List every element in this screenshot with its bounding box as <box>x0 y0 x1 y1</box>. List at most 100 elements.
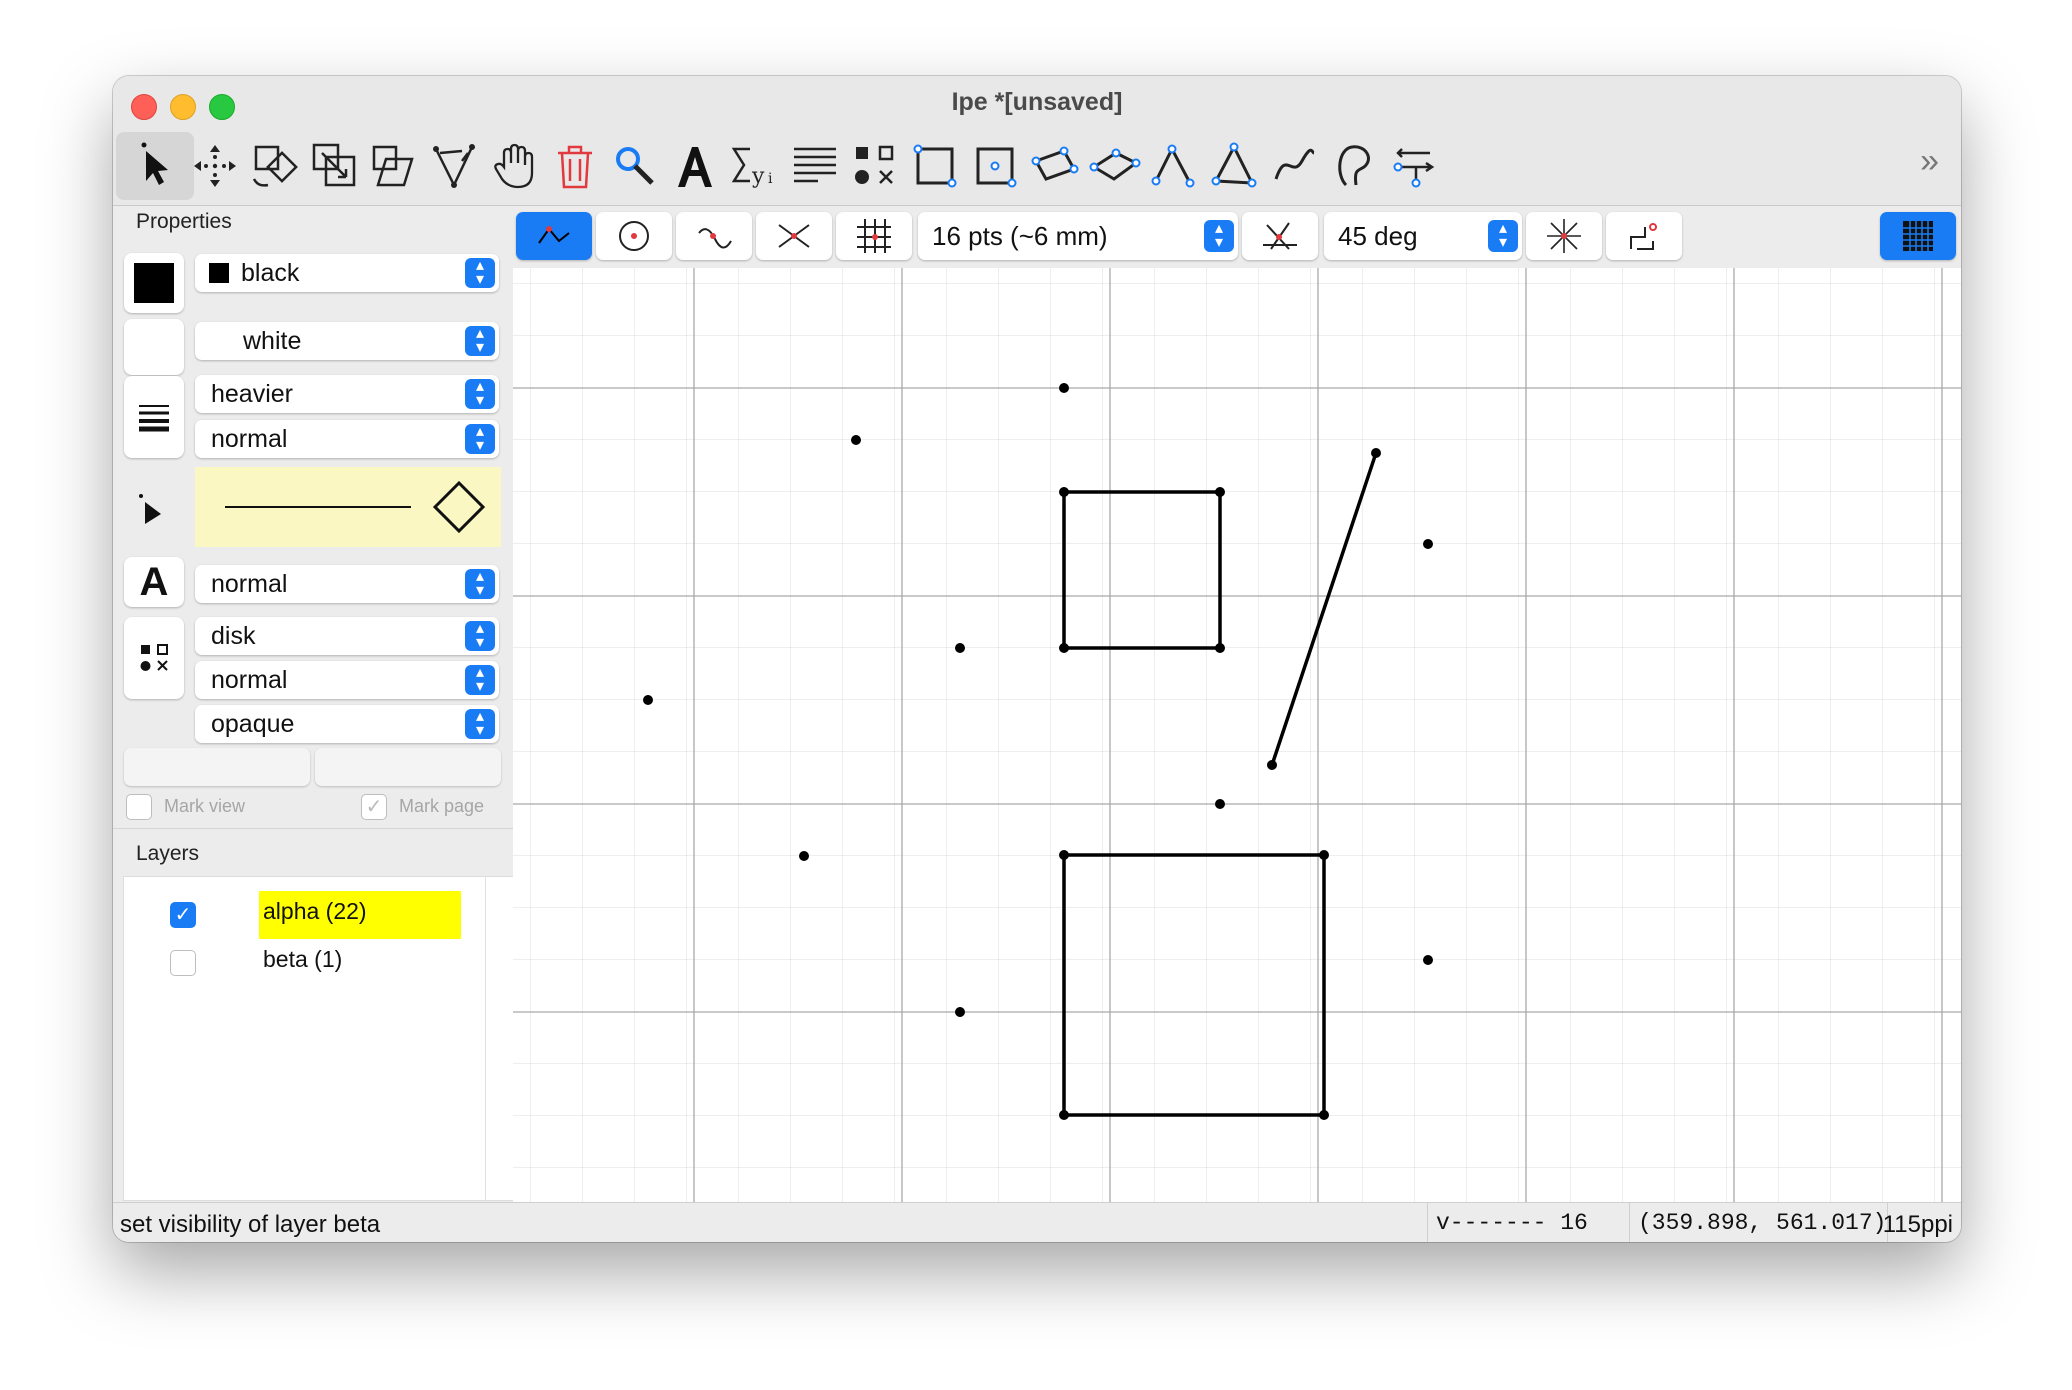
arrow-preview-icon <box>225 480 486 534</box>
snap-center-icon <box>619 221 649 251</box>
vertex-mark[interactable] <box>1319 850 1329 860</box>
text-size-icon: A <box>139 559 169 604</box>
mark-page-checkbox[interactable]: ✓ <box>361 794 387 820</box>
view-button[interactable] <box>124 748 310 786</box>
pen-properties-button[interactable] <box>124 376 184 458</box>
vertex-mark[interactable] <box>1215 487 1225 497</box>
snap-vertex-button[interactable] <box>516 212 592 260</box>
snap-angular-icon <box>1263 222 1297 250</box>
mark-shape-button[interactable] <box>124 617 184 699</box>
snap-grid-icon <box>857 219 891 253</box>
layers-scroll-track[interactable] <box>485 877 486 1200</box>
delete-tool-icon <box>558 145 592 189</box>
status-message: set visibility of layer beta <box>120 1211 381 1238</box>
dash-style-select[interactable]: normal ▴ ▾ <box>195 420 499 458</box>
angle-label: 45 deg <box>1338 221 1418 251</box>
snap-grid-button[interactable] <box>836 212 912 260</box>
layer-beta-label[interactable]: beta (1) <box>263 946 342 973</box>
snap-auto-angular-icon <box>1547 219 1581 253</box>
fork-tool-icon <box>1393 148 1435 188</box>
properties-title: Properties <box>136 210 232 233</box>
status-bar: set visibility of layer beta v------- 16… <box>113 1202 1961 1242</box>
parallelogram2-tool-icon <box>1089 148 1141 181</box>
zoom-tool-icon <box>616 147 654 185</box>
disk-mark[interactable] <box>1059 383 1069 393</box>
text-tool-icon <box>678 147 712 187</box>
shear-tool-icon <box>372 145 414 187</box>
select-arrows-icon: ▴ ▾ <box>1204 220 1234 252</box>
polygon-tool-icon <box>1211 142 1257 188</box>
snap-custom-button[interactable] <box>1606 212 1682 260</box>
mark-view-checkbox[interactable] <box>126 794 152 820</box>
select-arrows-icon: ▴ ▾ <box>1488 220 1518 252</box>
disk-mark[interactable] <box>799 851 809 861</box>
layer-beta-visibility-checkbox[interactable] <box>170 950 196 976</box>
select-arrows-icon: ▴ ▾ <box>465 665 495 695</box>
stroke-color-swatch <box>134 263 174 303</box>
select-arrows-icon: ▴ ▾ <box>465 379 495 409</box>
disk-mark[interactable] <box>1423 539 1433 549</box>
polyline-tool-icon <box>1151 144 1195 188</box>
title-bar: Ipe *[unsaved] y i » <box>113 76 1961 206</box>
disk-mark[interactable] <box>643 695 653 705</box>
select-arrows-icon: ▴ ▾ <box>465 569 495 599</box>
grid-visible-button[interactable] <box>1880 212 1956 260</box>
toolbar-overflow-button[interactable]: » <box>1920 142 1939 181</box>
arrowhead-preview[interactable] <box>195 467 501 547</box>
stroke-color-label: black <box>241 259 300 287</box>
snap-angular-button[interactable] <box>1242 212 1318 260</box>
resolution-readout: 115ppi <box>1882 1211 1953 1238</box>
disk-mark[interactable] <box>1215 799 1225 809</box>
angle-select[interactable]: 45 deg ▴ ▾ <box>1324 212 1522 260</box>
mark-shape-select[interactable]: disk ▴ ▾ <box>195 617 499 655</box>
snap-intersection-button[interactable] <box>756 212 832 260</box>
arrow-mode-icon[interactable] <box>137 492 167 533</box>
select-arrows-icon: ▴ ▾ <box>465 621 495 651</box>
page-button[interactable] <box>315 748 501 786</box>
math-tool-icon: y i <box>731 147 773 189</box>
disk-mark[interactable] <box>955 1007 965 1017</box>
vertex-mark[interactable] <box>1319 1110 1329 1120</box>
svg-text:y: y <box>751 164 765 189</box>
snap-status: v------- 16 45 <box>1427 1203 1628 1242</box>
vertex-mark[interactable] <box>1059 1110 1069 1120</box>
drawing-canvas[interactable] <box>513 268 1961 1202</box>
layer-alpha-visibility-checkbox[interactable]: ✓ <box>170 902 196 928</box>
disk-mark[interactable] <box>955 643 965 653</box>
stroke-color-button[interactable] <box>124 253 184 313</box>
vertex-mark[interactable] <box>1059 643 1069 653</box>
fill-color-button[interactable] <box>124 319 184 375</box>
stretch-tool-icon <box>312 143 356 187</box>
layer-alpha-label[interactable]: alpha (22) <box>263 898 367 925</box>
snap-boundary-icon <box>698 228 732 249</box>
disk-mark[interactable] <box>1423 955 1433 965</box>
stroke-color-select[interactable]: black ▴ ▾ <box>195 254 499 292</box>
vertex-mark[interactable] <box>1059 850 1069 860</box>
symbol-size-select[interactable]: normal ▴ ▾ <box>195 661 499 699</box>
mark-page-label: Mark page <box>399 796 485 816</box>
text-size-select[interactable]: normal ▴ ▾ <box>195 565 499 603</box>
vertex-mark[interactable] <box>1371 448 1381 458</box>
snap-auto-angular-button[interactable] <box>1526 212 1602 260</box>
mouse-coordinates: (359.898, 561.017) <box>1629 1203 1888 1242</box>
disk-mark[interactable] <box>851 435 861 445</box>
fill-color-select[interactable]: white ▴ ▾ <box>195 322 499 360</box>
grid-visible-icon <box>1903 221 1933 251</box>
pen-width-label: heavier <box>211 380 293 408</box>
fill-color-chip <box>209 331 229 351</box>
select-arrows-icon: ▴ ▾ <box>465 258 495 288</box>
opacity-select[interactable]: opaque ▴ ▾ <box>195 705 499 743</box>
box-tool-icon <box>976 147 1017 188</box>
snap-boundary-button[interactable] <box>676 212 752 260</box>
opacity-label: opaque <box>211 710 295 738</box>
select-arrows-icon: ▴ ▾ <box>465 424 495 454</box>
grid-size-select[interactable]: 16 pts (~6 mm) ▴ ▾ <box>918 212 1238 260</box>
pen-width-select[interactable]: heavier ▴ ▾ <box>195 375 499 413</box>
vertex-mark[interactable] <box>1059 487 1069 497</box>
fork-tool-button[interactable] <box>1376 132 1454 200</box>
svg-text:i: i <box>768 171 773 187</box>
vertex-mark[interactable] <box>1215 643 1225 653</box>
vertex-mark[interactable] <box>1267 760 1277 770</box>
text-size-button[interactable]: A <box>124 557 184 607</box>
snap-center-button[interactable] <box>596 212 672 260</box>
